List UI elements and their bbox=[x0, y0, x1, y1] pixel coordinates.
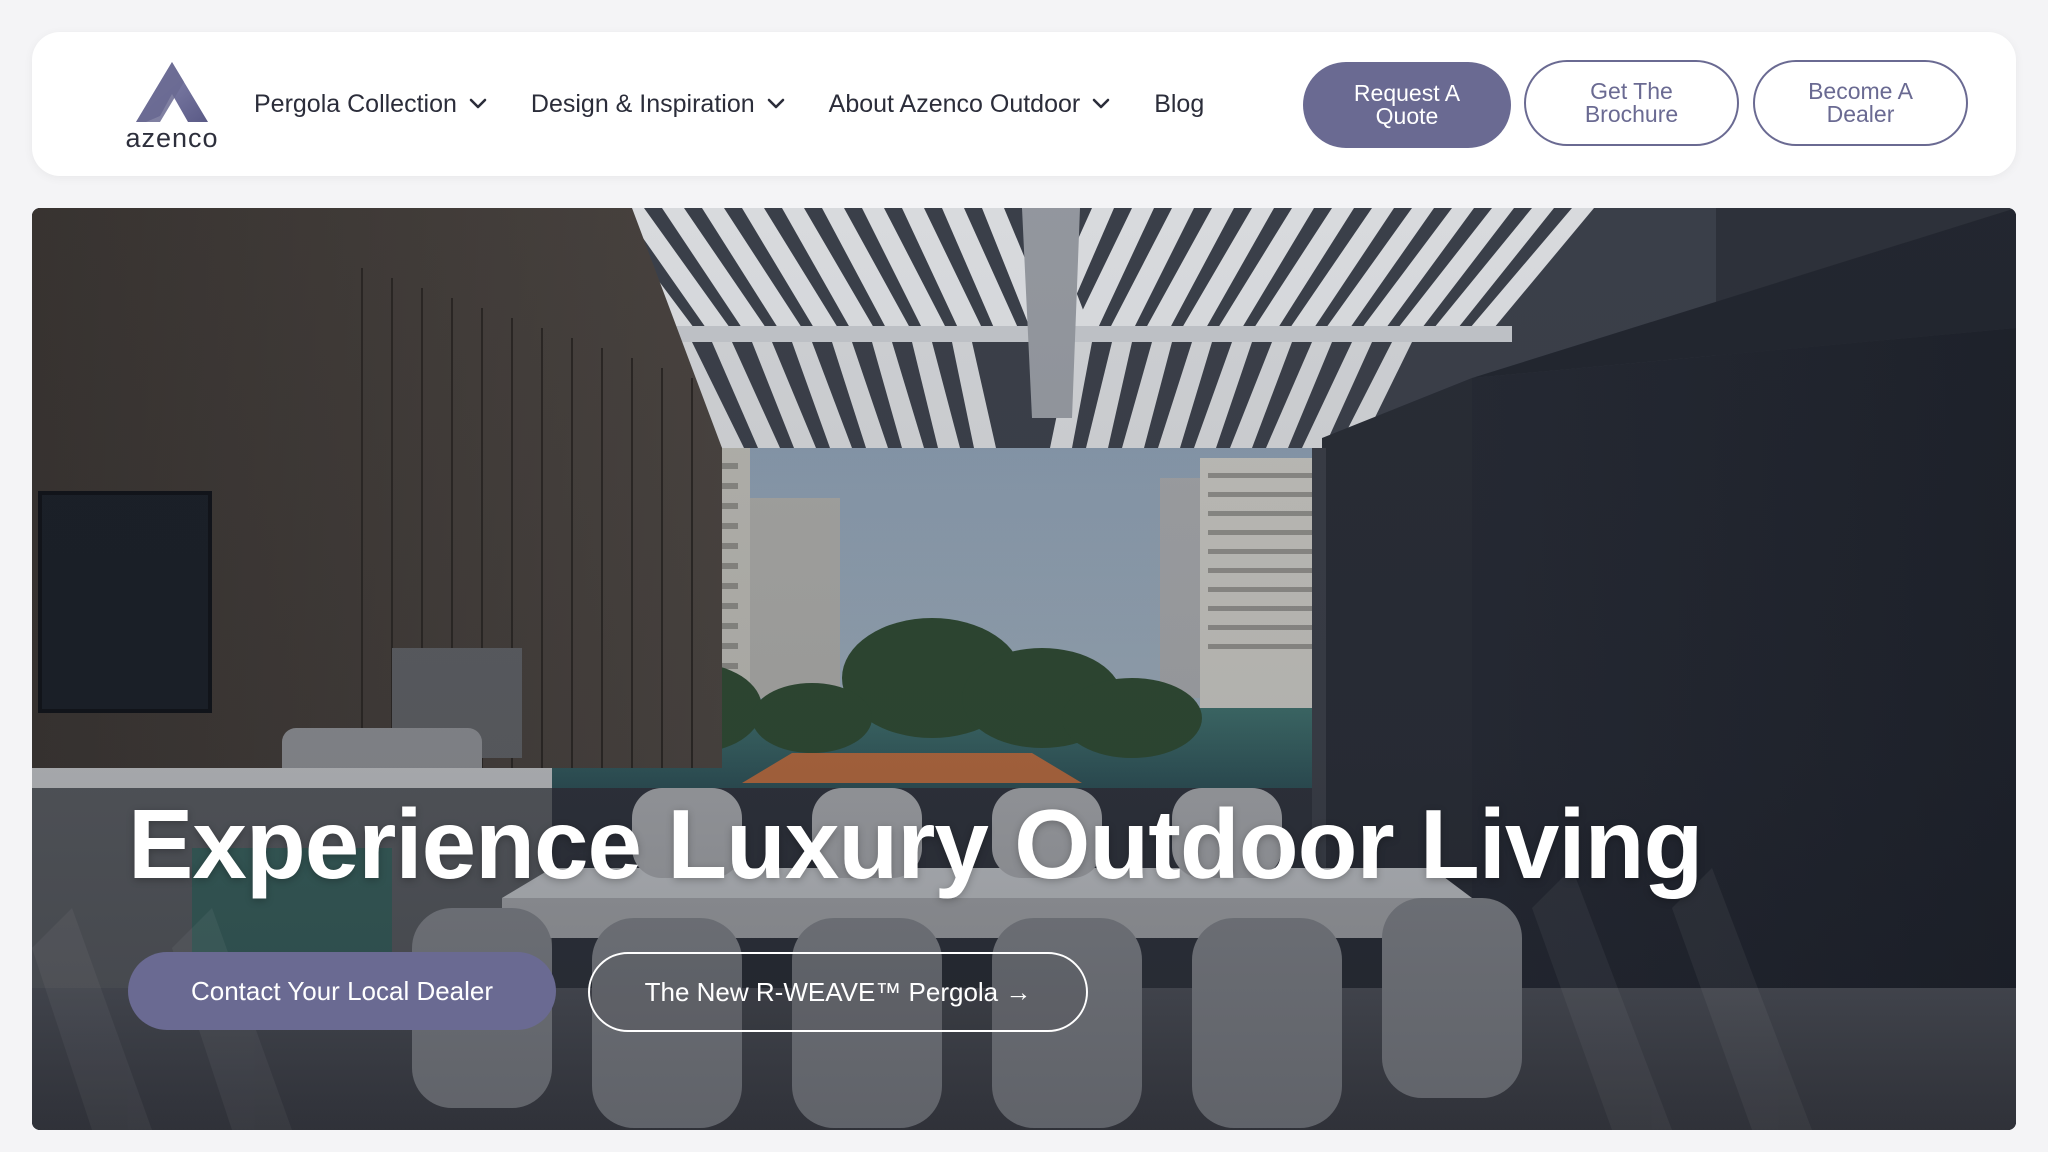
site-header: azenco Pergola Collection Design & Inspi… bbox=[32, 32, 2016, 176]
button-label-line2: Dealer bbox=[1826, 101, 1895, 127]
nav-item-label: Blog bbox=[1154, 89, 1205, 118]
chevron-down-icon bbox=[767, 98, 784, 109]
nav-item-label: About Azenco Outdoor bbox=[828, 89, 1081, 118]
hero-title: Experience Luxury Outdoor Living bbox=[128, 789, 1703, 899]
r-weave-pergola-button[interactable]: The New R-WEAVE™ Pergola → bbox=[588, 952, 1088, 1032]
button-label-line2: Quote bbox=[1375, 103, 1439, 129]
nav-item-label: Pergola Collection bbox=[254, 89, 457, 118]
nav-item-about-azenco[interactable]: About Azenco Outdoor bbox=[829, 90, 1111, 119]
contact-dealer-button[interactable]: Contact Your Local Dealer bbox=[128, 952, 556, 1030]
nav-item-design-inspiration[interactable]: Design & Inspiration bbox=[531, 90, 785, 119]
nav-item-blog[interactable]: Blog bbox=[1154, 90, 1204, 119]
become-dealer-button[interactable]: Become A Dealer bbox=[1753, 60, 1968, 146]
button-label-line1: Get The bbox=[1590, 78, 1673, 104]
hero-section: Experience Luxury Outdoor Living Contact… bbox=[32, 208, 2016, 1130]
get-brochure-button[interactable]: Get The Brochure bbox=[1524, 60, 1739, 146]
chevron-down-icon bbox=[1092, 98, 1110, 109]
nav-item-label: Design & Inspiration bbox=[530, 89, 755, 118]
logo-wordmark: azenco bbox=[125, 123, 219, 153]
azenco-logo[interactable]: azenco bbox=[112, 60, 232, 152]
nav-item-pergola-collection[interactable]: Pergola Collection bbox=[254, 90, 487, 119]
main-nav: Pergola Collection Design & Inspiration … bbox=[254, 80, 1204, 128]
logo-mark-icon bbox=[136, 62, 208, 122]
button-label-line1: Request A bbox=[1353, 80, 1461, 106]
chevron-down-icon bbox=[469, 98, 487, 109]
request-quote-button[interactable]: Request A Quote bbox=[1303, 62, 1511, 148]
button-label-line2: Brochure bbox=[1584, 101, 1679, 127]
button-label-line1: Become A bbox=[1808, 78, 1913, 104]
